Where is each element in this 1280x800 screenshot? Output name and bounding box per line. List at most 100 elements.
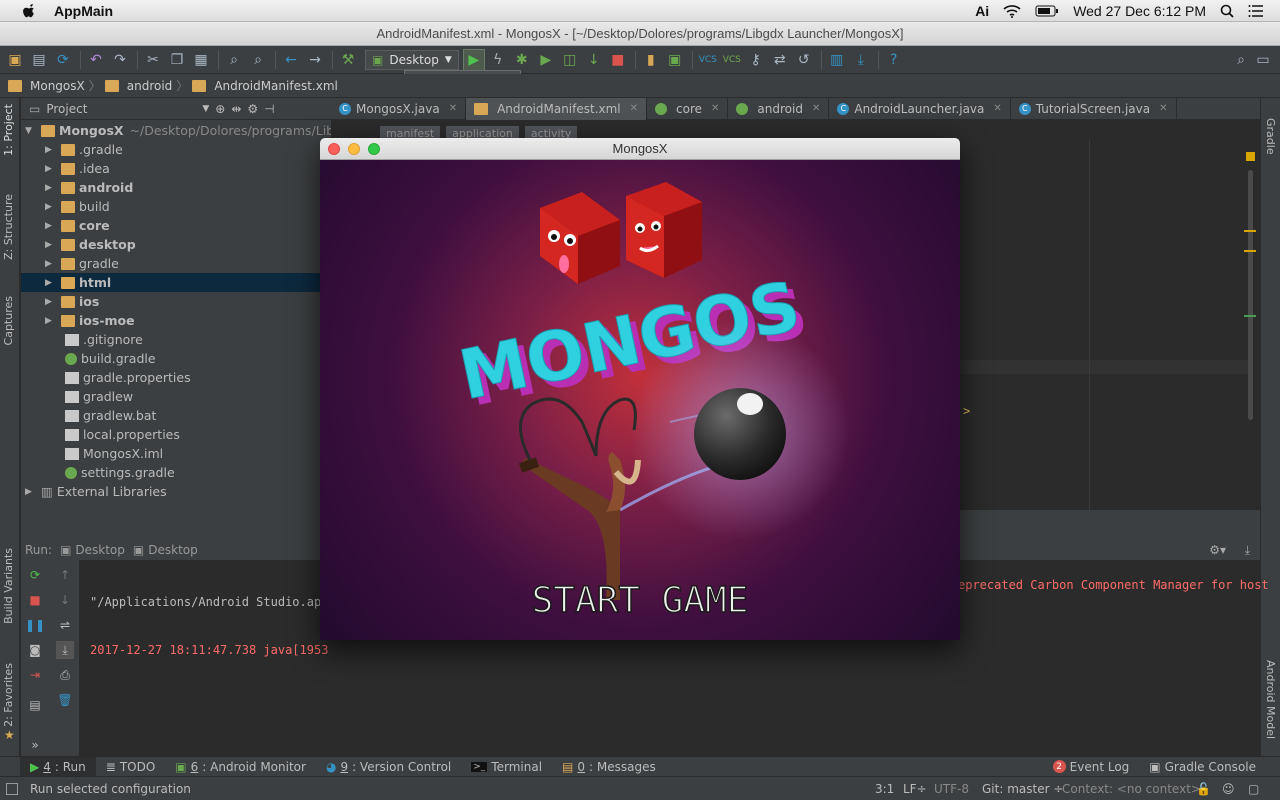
close-icon[interactable]: ✕ — [812, 103, 820, 114]
tool-tab-todo[interactable]: ≣ TODO — [96, 757, 166, 777]
vcs-compare-icon[interactable]: ⇄ — [769, 49, 791, 71]
context-indicator[interactable]: Context: <no context> — [1062, 782, 1201, 796]
close-icon[interactable]: ✕ — [449, 103, 457, 114]
apply-changes-icon[interactable]: ϟ — [487, 49, 509, 71]
run-configuration-select[interactable]: ▣ Desktop ▼ — [365, 49, 459, 70]
close-window-button[interactable] — [328, 143, 340, 155]
breadcrumb-project[interactable]: MongosX — [8, 79, 85, 93]
run-tab-desktop[interactable]: ▣ Desktop — [60, 543, 125, 557]
game-canvas[interactable]: MONGOS MONGOS START GAME — [320, 160, 960, 640]
vcs-update-icon[interactable]: VCS — [697, 49, 719, 71]
start-game-button[interactable]: START GAME — [531, 579, 749, 622]
gear-icon[interactable]: ⚙ — [247, 102, 258, 116]
layout-icon[interactable]: ▭ — [1252, 49, 1274, 71]
adobe-icon[interactable]: Ai — [975, 3, 989, 19]
inspection-status-icon[interactable] — [1246, 152, 1255, 161]
tab-androidlauncher-java[interactable]: C AndroidLauncher.java ✕ — [829, 97, 1011, 120]
back-icon[interactable]: ← — [280, 49, 302, 71]
tool-tab-favorites[interactable]: 2: Favorites — [2, 663, 15, 727]
tool-tab-gradle-console[interactable]: ▣ Gradle Console — [1139, 757, 1266, 777]
tree-item[interactable]: gradlew.bat — [65, 406, 156, 425]
warning-marker[interactable] — [1244, 250, 1256, 252]
vcs-history-icon[interactable]: ⚷ — [745, 49, 767, 71]
expand-triangle-icon[interactable]: ▶ — [45, 221, 55, 231]
run-icon[interactable]: ▶ — [462, 48, 485, 71]
expand-triangle-icon[interactable]: ▶ — [45, 183, 55, 193]
expand-triangle-icon[interactable]: ▶ — [45, 278, 55, 288]
copy-icon[interactable]: ❐ — [166, 49, 188, 71]
line-separator[interactable]: LF÷ — [903, 782, 927, 796]
collapse-all-icon[interactable]: ⇹ — [231, 102, 241, 116]
tab-core[interactable]: core ✕ — [647, 97, 729, 120]
tree-item[interactable]: MongosX.iml — [65, 444, 163, 463]
tool-tab-structure[interactable]: Z: Structure — [2, 194, 15, 260]
warning-marker[interactable] — [1244, 230, 1256, 232]
git-branch[interactable]: Git: master ÷ — [982, 782, 1063, 796]
tree-item[interactable]: ▶ android — [45, 178, 133, 197]
tree-item[interactable]: ▶ gradle — [45, 254, 119, 273]
notifications-icon[interactable]: ▢ — [1248, 782, 1259, 796]
inspector-icon[interactable]: ☺ — [1222, 782, 1235, 796]
caret-position[interactable]: 3:1 — [875, 782, 894, 796]
editor-scrollbar[interactable] — [1248, 170, 1253, 420]
gear-icon[interactable]: ⚙▾ — [1209, 543, 1226, 557]
clock[interactable]: Wed 27 Dec 6:12 PM — [1073, 3, 1206, 19]
run-coverage-icon[interactable]: ▶ — [535, 49, 557, 71]
rerun-icon[interactable]: ⟳ — [26, 566, 44, 584]
down-arrow-icon[interactable]: ↓ — [56, 591, 74, 609]
expand-triangle-icon[interactable]: ▶ — [45, 202, 55, 212]
breadcrumb-module[interactable]: android — [104, 79, 172, 93]
tab-androidmanifest-xml[interactable]: AndroidManifest.xml ✕ — [466, 97, 648, 120]
tool-tab-android-monitor[interactable]: ▣ 6: Android Monitor — [165, 757, 316, 777]
breadcrumb-file[interactable]: AndroidManifest.xml — [192, 79, 338, 93]
change-marker[interactable] — [1244, 315, 1256, 317]
tool-tab-event-log[interactable]: 2 Event Log — [1043, 757, 1140, 777]
project-view-select[interactable]: Project — [46, 102, 196, 116]
tab-android[interactable]: android ✕ — [728, 97, 830, 120]
tool-tab-captures[interactable]: Captures — [2, 296, 15, 345]
search-everywhere-icon[interactable]: ⌕ — [1230, 49, 1252, 71]
close-icon[interactable]: ✕ — [630, 103, 638, 114]
save-icon[interactable]: ▤ — [28, 49, 50, 71]
vcs-commit-icon[interactable]: VCS — [721, 49, 743, 71]
pause-icon[interactable]: ❚❚ — [25, 616, 45, 634]
tool-tab-version-control[interactable]: ◕ 9: Version Control — [316, 757, 461, 777]
forward-icon[interactable]: → — [304, 49, 326, 71]
up-arrow-icon[interactable]: ↑ — [56, 566, 74, 584]
dump-threads-icon[interactable]: ◙ — [26, 641, 44, 659]
expand-triangle-icon[interactable]: ▶ — [25, 487, 35, 497]
tool-tab-project[interactable]: 1: Project — [2, 104, 15, 156]
tree-item[interactable]: gradlew — [65, 387, 133, 406]
zoom-window-button[interactable] — [368, 143, 380, 155]
tree-external-libraries[interactable]: ▶ ▥ External Libraries — [25, 482, 167, 501]
expand-triangle-icon[interactable]: ▼ — [25, 126, 35, 136]
print-icon[interactable]: ⎙ — [56, 666, 74, 684]
battery-icon[interactable] — [1035, 5, 1059, 17]
apple-icon[interactable] — [20, 3, 40, 18]
app-name-menu[interactable]: AppMain — [54, 3, 113, 19]
tree-item[interactable]: ▶ core — [45, 216, 110, 235]
tree-item[interactable]: ▶ desktop — [45, 235, 136, 254]
help-icon[interactable]: ? — [883, 49, 905, 71]
run-tab-desktop-2[interactable]: ▣ Desktop — [133, 543, 198, 557]
file-encoding[interactable]: UTF-8 — [934, 782, 969, 796]
tree-item[interactable]: settings.gradle — [65, 463, 175, 482]
soft-wrap-icon[interactable]: ⇌ — [56, 616, 74, 634]
redo-icon[interactable]: ↷ — [109, 49, 131, 71]
minimize-window-button[interactable] — [348, 143, 360, 155]
tree-item[interactable]: build.gradle — [65, 349, 156, 368]
tree-item[interactable]: ▶ .idea — [45, 159, 110, 178]
attach-debugger-icon[interactable]: ↓ — [583, 49, 605, 71]
project-structure-icon[interactable]: ▥ — [826, 49, 848, 71]
stop-icon[interactable]: ■ — [607, 49, 629, 71]
search-icon[interactable] — [1220, 4, 1234, 18]
tree-item[interactable]: local.properties — [65, 425, 180, 444]
tool-tab-android-model[interactable]: Android Model — [1264, 660, 1277, 739]
sync-project-icon[interactable]: ▮ — [640, 49, 662, 71]
sync-icon[interactable]: ⟳ — [52, 49, 74, 71]
expand-triangle-icon[interactable]: ▶ — [45, 316, 55, 326]
lock-icon[interactable]: 🔓 — [1196, 782, 1211, 796]
replace-icon[interactable]: ⌕ — [247, 49, 269, 71]
tree-root[interactable]: ▼ MongosX ~/Desktop/Dolores/programs/Lib… — [25, 121, 331, 140]
close-icon[interactable]: ✕ — [993, 103, 1001, 114]
